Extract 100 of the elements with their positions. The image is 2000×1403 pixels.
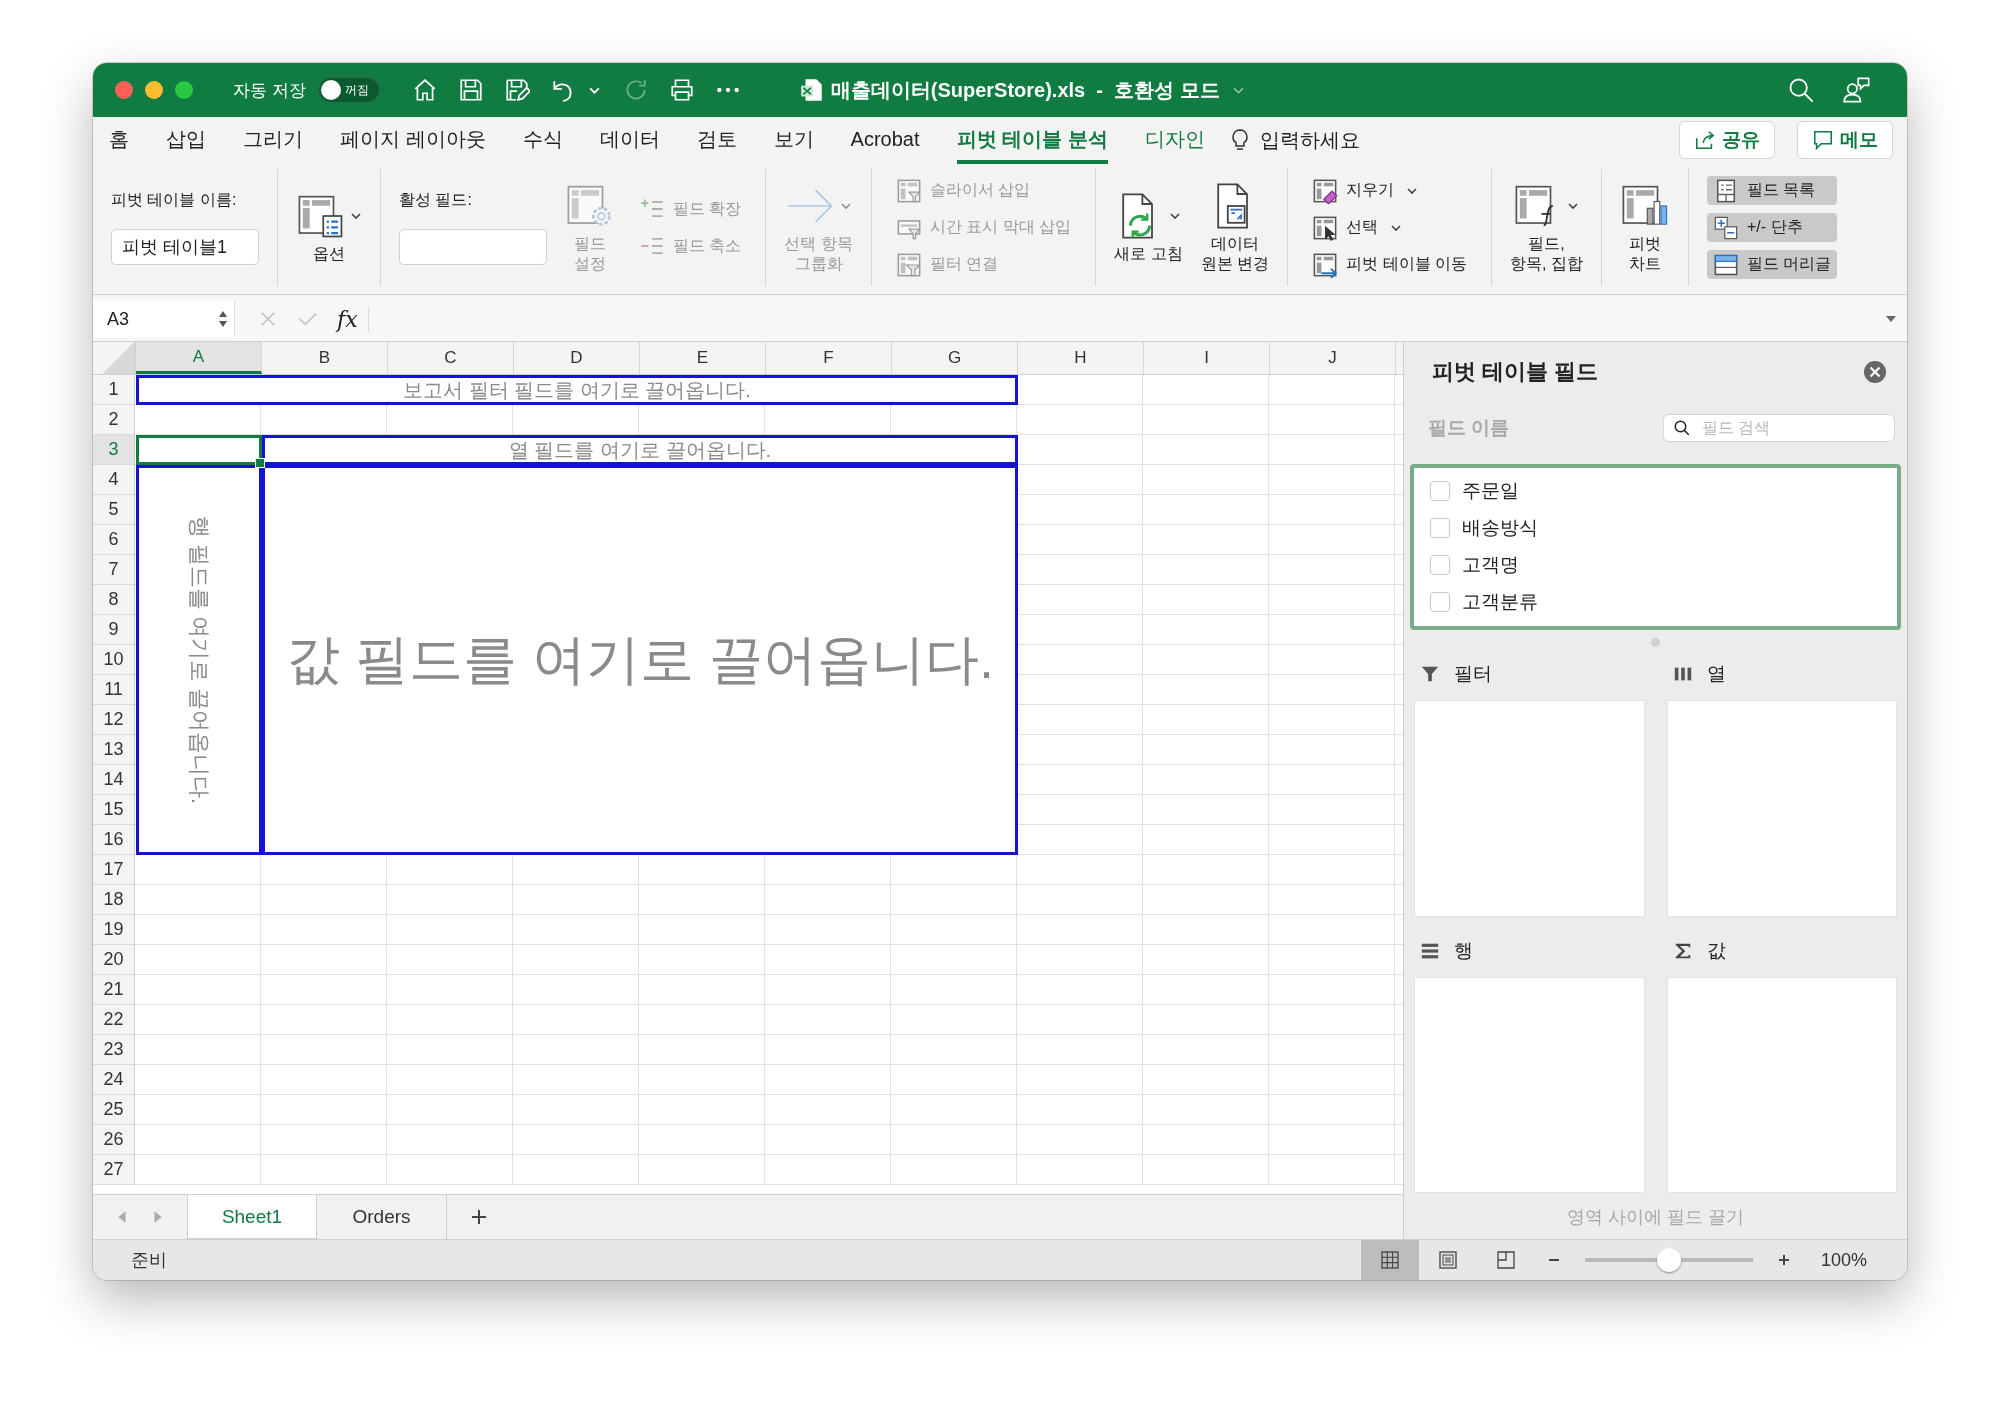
row-header[interactable]: 22 xyxy=(93,1005,135,1035)
close-window-button[interactable] xyxy=(115,81,133,99)
zoom-in-icon[interactable] xyxy=(1776,1253,1791,1267)
insert-function-button[interactable]: fx xyxy=(337,306,369,332)
save-edit-icon[interactable] xyxy=(503,77,530,103)
row-header[interactable]: 2 xyxy=(93,405,135,435)
ribbon-button[interactable]: 선택 xyxy=(1306,213,1474,242)
person-comment-icon[interactable] xyxy=(1843,76,1871,104)
share-button[interactable]: 공유 xyxy=(1679,121,1775,159)
row-header[interactable]: 20 xyxy=(93,945,135,975)
value-drop-zone: 값 필드를 여기로 끌어옵니다. xyxy=(262,465,1018,855)
ribbon-tab[interactable]: 검토 xyxy=(696,116,737,164)
plus-minus-icon xyxy=(1712,214,1739,241)
ribbon-tab[interactable]: Acrobat xyxy=(850,118,920,162)
view-button[interactable] xyxy=(1360,1240,1419,1280)
toggle-button[interactable]: +/- 단추 xyxy=(1706,213,1838,242)
ribbon-tab[interactable]: 피벗 테이블 분석 xyxy=(956,116,1108,164)
close-icon[interactable] xyxy=(1863,360,1887,384)
column-header[interactable]: F xyxy=(766,342,892,374)
row-header[interactable]: 14 xyxy=(93,765,135,795)
slicer-icon xyxy=(895,177,922,204)
ribbon-tab[interactable]: 데이터 xyxy=(599,116,660,164)
column-header[interactable]: C xyxy=(388,342,514,374)
autosave-toggle[interactable]: 꺼짐 xyxy=(317,77,380,103)
tell-me-label[interactable]: 입력하세요 xyxy=(1259,126,1360,154)
ribbon-tab[interactable]: 보기 xyxy=(773,116,814,164)
status-text: 준비 xyxy=(131,1249,167,1272)
checkbox[interactable] xyxy=(1430,591,1450,612)
ribbon-tab[interactable]: 페이지 레이아웃 xyxy=(340,116,486,164)
row-header[interactable]: 25 xyxy=(93,1095,135,1125)
name-box[interactable]: A3 xyxy=(93,301,235,337)
column-header[interactable]: A xyxy=(136,342,262,374)
row-header[interactable]: 24 xyxy=(93,1065,135,1095)
zoom-window-button[interactable] xyxy=(175,81,193,99)
add-sheet-icon[interactable] xyxy=(469,1207,489,1227)
ribbon-button[interactable]: 옵션 xyxy=(296,169,362,286)
column-header[interactable]: E xyxy=(640,342,766,374)
ribbon-tab[interactable]: 삽입 xyxy=(166,116,206,164)
checkbox[interactable] xyxy=(1430,480,1450,501)
save-icon[interactable] xyxy=(457,77,484,103)
column-header[interactable]: H xyxy=(1018,342,1144,374)
field-name[interactable]: 배송방식 xyxy=(1462,514,1538,541)
checkbox[interactable] xyxy=(1430,517,1450,538)
minimize-window-button[interactable] xyxy=(145,81,163,99)
row-header[interactable]: 15 xyxy=(93,795,135,825)
ribbon-button[interactable]: 필드, 항목, 집합 xyxy=(1510,169,1583,286)
text-field[interactable]: 피벗 테이블1 xyxy=(111,229,259,265)
toggle-button[interactable]: 필드 목록 xyxy=(1706,176,1838,205)
row-header[interactable]: 23 xyxy=(93,1035,135,1065)
print-icon[interactable] xyxy=(668,77,695,103)
ribbon-button[interactable]: 피벗 테이블 이동 xyxy=(1306,250,1474,279)
field-search-field[interactable]: 필드 검색 xyxy=(1663,414,1895,442)
row-header[interactable]: 12 xyxy=(93,705,135,735)
column-header[interactable]: G xyxy=(892,342,1018,374)
field-name[interactable]: 주문일 xyxy=(1462,477,1519,504)
row-header[interactable]: 1 xyxy=(93,375,135,405)
ribbon-button[interactable]: 지우기 xyxy=(1306,176,1474,205)
comment-button[interactable]: 메모 xyxy=(1797,121,1893,159)
row-header[interactable]: 11 xyxy=(93,675,135,705)
splitter-handle[interactable] xyxy=(1651,637,1660,647)
row-header[interactable]: 13 xyxy=(93,735,135,765)
column-header[interactable]: D xyxy=(514,342,640,374)
row-header[interactable]: 27 xyxy=(93,1155,135,1185)
row-header[interactable]: 4 xyxy=(93,465,135,495)
row-header[interactable]: 10 xyxy=(93,645,135,675)
ribbon-button[interactable]: 피벗 차트 xyxy=(1619,169,1670,286)
ribbon-button[interactable]: 새로 고침 xyxy=(1114,169,1183,286)
area-label: 값 xyxy=(1706,938,1726,963)
zoom-level[interactable]: 100% xyxy=(1820,1249,1867,1271)
row-header[interactable]: 3 xyxy=(93,435,135,465)
zoom-slider-thumb[interactable] xyxy=(1656,1248,1681,1272)
row-header[interactable]: 5 xyxy=(93,495,135,525)
row-header[interactable]: 6 xyxy=(93,525,135,555)
row-header[interactable]: 7 xyxy=(93,555,135,585)
field-name[interactable]: 고객명 xyxy=(1462,551,1519,578)
checkbox[interactable] xyxy=(1430,554,1450,575)
ribbon-tab[interactable]: 홈 xyxy=(109,116,129,164)
row-header[interactable]: 26 xyxy=(93,1125,135,1155)
row-header[interactable]: 18 xyxy=(93,885,135,915)
ribbon-tab[interactable]: 디자인 xyxy=(1144,116,1205,164)
row-header[interactable]: 8 xyxy=(93,585,135,615)
row-header[interactable]: 9 xyxy=(93,615,135,645)
search-icon xyxy=(1673,419,1691,437)
row-header[interactable]: 16 xyxy=(93,825,135,855)
column-header[interactable]: B xyxy=(262,342,388,374)
ribbon-tab[interactable]: 수식 xyxy=(522,116,563,164)
row-header[interactable]: 17 xyxy=(93,855,135,885)
sheet-tab[interactable]: Sheet1 xyxy=(187,1195,317,1239)
toggle-button[interactable]: 필드 머리글 xyxy=(1706,250,1838,279)
ribbon-button[interactable]: 데이터 원본 변경 xyxy=(1200,169,1270,286)
report-filter-drop-zone: 보고서 필터 필드를 여기로 끌어옵니다. xyxy=(136,375,1018,405)
active-cell[interactable] xyxy=(136,435,262,465)
row-header[interactable]: 21 xyxy=(93,975,135,1005)
search-icon[interactable] xyxy=(1787,76,1815,104)
ribbon-tab[interactable]: 그리기 xyxy=(243,116,303,164)
row-header[interactable]: 19 xyxy=(93,915,135,945)
column-header[interactable]: I xyxy=(1144,342,1270,374)
column-header[interactable]: J xyxy=(1270,342,1396,374)
field-name[interactable]: 고객분류 xyxy=(1462,588,1538,615)
text-field[interactable] xyxy=(399,229,547,265)
